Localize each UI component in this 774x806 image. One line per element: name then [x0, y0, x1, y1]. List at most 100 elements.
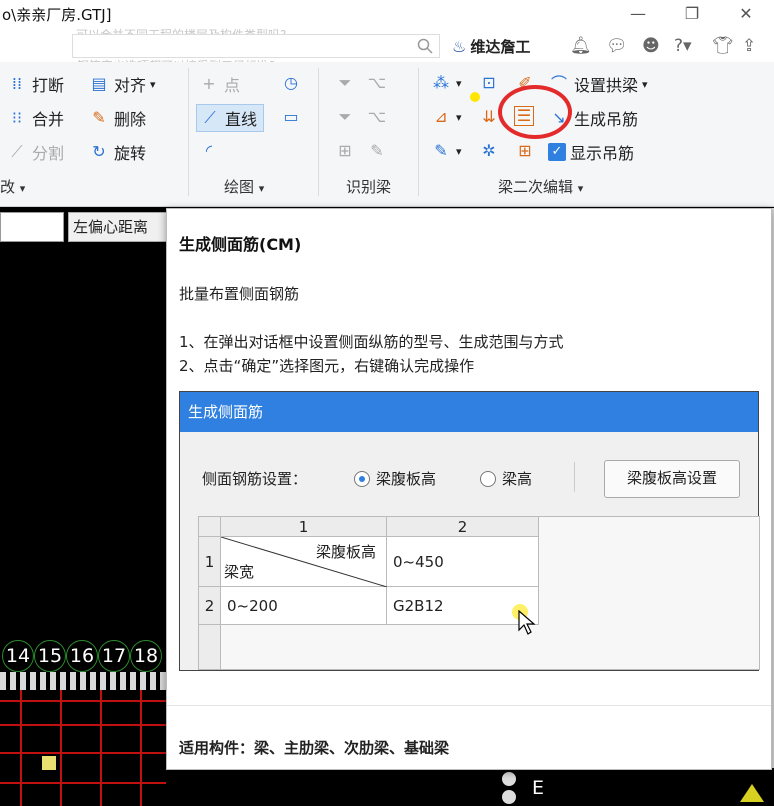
delete-button[interactable]: ✎ 删除: [88, 106, 146, 130]
split-button[interactable]: ⟋ 分割: [6, 140, 64, 164]
beam-edit-group-label[interactable]: 梁二次编辑 ▾: [498, 176, 583, 197]
axis-dimension-strip: [0, 672, 166, 690]
minimize-button[interactable]: —: [626, 4, 650, 23]
offset-input[interactable]: [0, 212, 64, 242]
line-button[interactable]: ⟋ 直线: [196, 104, 265, 132]
checkbox-checked-icon: ✓: [548, 143, 566, 161]
close-button[interactable]: ✕: [734, 4, 758, 23]
rotate-label: 旋转: [114, 144, 147, 163]
beam-dot-icon[interactable]: ⁂ ▾: [430, 72, 462, 94]
break-label: 打断: [32, 76, 65, 95]
align-button[interactable]: ▤ 对齐 ▾: [88, 72, 155, 96]
rectangle-icon: ▭: [283, 107, 299, 126]
merge-button[interactable]: ⁝⁝ 合并: [6, 106, 64, 130]
radio-height-label: 梁高: [502, 470, 533, 488]
chat-icon[interactable]: 💬︎: [606, 36, 628, 56]
tooltip-description: 批量布置侧面钢筋: [179, 285, 300, 303]
gen-hanger-label: 生成吊筋: [574, 110, 639, 129]
tooltip-step-2: 2、点击“确定”选择图元，右键确认完成操作: [179, 357, 475, 375]
identify-pen-icon[interactable]: ✎: [366, 140, 388, 162]
bell-icon[interactable]: 🔔︎: [570, 36, 592, 56]
divider: [574, 462, 575, 492]
row-header: 2: [199, 587, 221, 625]
search-input[interactable]: 钢筋定义选项都可以接受到口径标准?: [72, 34, 440, 73]
break-button[interactable]: ⁞⁞ 打断: [6, 72, 64, 96]
highlight-circle: [498, 85, 572, 139]
merge-icon: ⁝⁝: [11, 108, 23, 127]
brand-name: 维达詹工: [470, 38, 531, 56]
beam-gear-icon[interactable]: ✲: [478, 140, 500, 162]
radio-beam-height[interactable]: 梁高: [480, 468, 532, 489]
line-icon: ⟋: [204, 108, 216, 127]
left-offset-button[interactable]: 左偏心距离: [68, 212, 170, 242]
cursor-highlight-dot: [470, 92, 480, 102]
search-icon[interactable]: [417, 38, 433, 54]
setting-label: 侧面钢筋设置：: [202, 470, 308, 488]
restore-button[interactable]: ❐: [680, 4, 704, 23]
split-icon: ⟋: [11, 142, 23, 161]
rebar-table: 1 2 1 梁腹板高 梁宽 0~450 2 0~200 G2B12: [198, 516, 760, 670]
table-cell-diagonal[interactable]: 梁腹板高 梁宽: [221, 537, 387, 587]
table-corner: [199, 517, 221, 537]
point-button[interactable]: + 点: [198, 72, 240, 96]
merge-label: 合并: [32, 110, 65, 129]
break-icon: ⁞⁞: [11, 74, 23, 93]
identify-key-icon[interactable]: ⌥: [366, 106, 388, 128]
dropdown-icon: ▾: [642, 77, 648, 91]
group-divider: [418, 68, 419, 196]
beam-grid-icon[interactable]: ⊞: [514, 140, 536, 162]
beam-edit-icon[interactable]: ✎ ▾: [430, 140, 461, 162]
tooltip-step-1: 1、在弹出对话框中设置侧面纵筋的型号、生成范围与方式: [179, 333, 564, 351]
beam-tool-icon[interactable]: ⊡: [478, 72, 500, 94]
divider: [167, 705, 771, 706]
table-cell[interactable]: 0~450: [387, 537, 539, 587]
beam-arrow-icon[interactable]: ⇊: [478, 106, 500, 128]
delete-label: 删除: [114, 110, 147, 129]
draw-group-label[interactable]: 绘图 ▾: [224, 176, 264, 197]
radio-web-height[interactable]: 梁腹板高: [354, 468, 436, 489]
web-height-setting-button[interactable]: 梁腹板高设置: [604, 460, 740, 498]
identify-layer-icon[interactable]: ⊞: [334, 140, 356, 162]
radio-unselected-icon: [480, 470, 496, 487]
skin-icon[interactable]: 👕︎: [712, 36, 734, 56]
tooltip-title: 生成侧面筋(CM): [179, 235, 302, 254]
identify-check-icon[interactable]: ⏷: [334, 106, 356, 128]
window-title: o\亲亲厂房.GTJ]: [2, 6, 112, 24]
beam-stair-icon[interactable]: ⊿ ▾: [430, 106, 461, 128]
radio-selected-icon: [354, 470, 370, 487]
set-arch-label: 设置拱梁: [574, 76, 639, 95]
row-header: 1: [199, 537, 221, 587]
drawing-canvas[interactable]: [0, 690, 166, 806]
identify-filter-icon[interactable]: ⌥: [366, 72, 388, 94]
table-cell[interactable]: 0~200: [221, 587, 387, 625]
arc-draw-button[interactable]: ◷: [280, 72, 302, 94]
grid-node-marker: [42, 756, 56, 770]
radio-web-label: 梁腹板高: [376, 470, 437, 488]
ribbon: ⁞⁞ 打断 ▤ 对齐 ▾ ⁝⁝ 合并 ✎ 删除 ⟋ 分割 ↻ 旋转 改 ▾ + …: [0, 62, 774, 207]
identify-funnel-icon[interactable]: ⏷: [334, 72, 356, 94]
clock-arc-icon: ◷: [284, 73, 298, 92]
brand: ♨ 维达詹工: [452, 36, 530, 57]
triangle-marker-icon: [740, 784, 764, 802]
line-label: 直线: [225, 110, 258, 129]
upload-icon[interactable]: ⇪: [742, 36, 756, 56]
dialog-preview: 生成侧面筋 侧面钢筋设置： 梁腹板高 梁高 梁腹板高设置 1 2 1 梁腹板高 …: [179, 391, 760, 671]
help-icon[interactable]: ?▾: [674, 36, 692, 56]
avatar-icon[interactable]: ☻: [642, 36, 660, 56]
group-divider: [318, 68, 319, 196]
rotate-button[interactable]: ↻ 旋转: [88, 140, 146, 164]
point-label: 点: [224, 76, 241, 95]
eraser-icon: ✎: [92, 108, 106, 127]
show-hanger-label: 显示吊筋: [570, 144, 635, 163]
dialog-title: 生成侧面筋: [180, 392, 758, 432]
show-hanger-toggle[interactable]: ✓ 显示吊筋: [548, 140, 634, 164]
modify-group-label[interactable]: 改 ▾: [0, 176, 25, 197]
rect-button[interactable]: ▭: [280, 106, 302, 128]
axis-label: 18: [130, 640, 162, 672]
arc-icon: ◜: [205, 141, 213, 160]
group-divider: [188, 68, 189, 196]
arc-button[interactable]: ◜: [198, 140, 220, 162]
set-arch-beam-button[interactable]: ⌒ 设置拱梁 ▾: [548, 72, 648, 96]
title-bar: o\亲亲厂房.GTJ] 可以合并不同工程的楼层及构件类型吗? 钢筋定义选项都可以…: [0, 0, 774, 73]
identify-group-label[interactable]: 识别梁: [346, 176, 391, 197]
